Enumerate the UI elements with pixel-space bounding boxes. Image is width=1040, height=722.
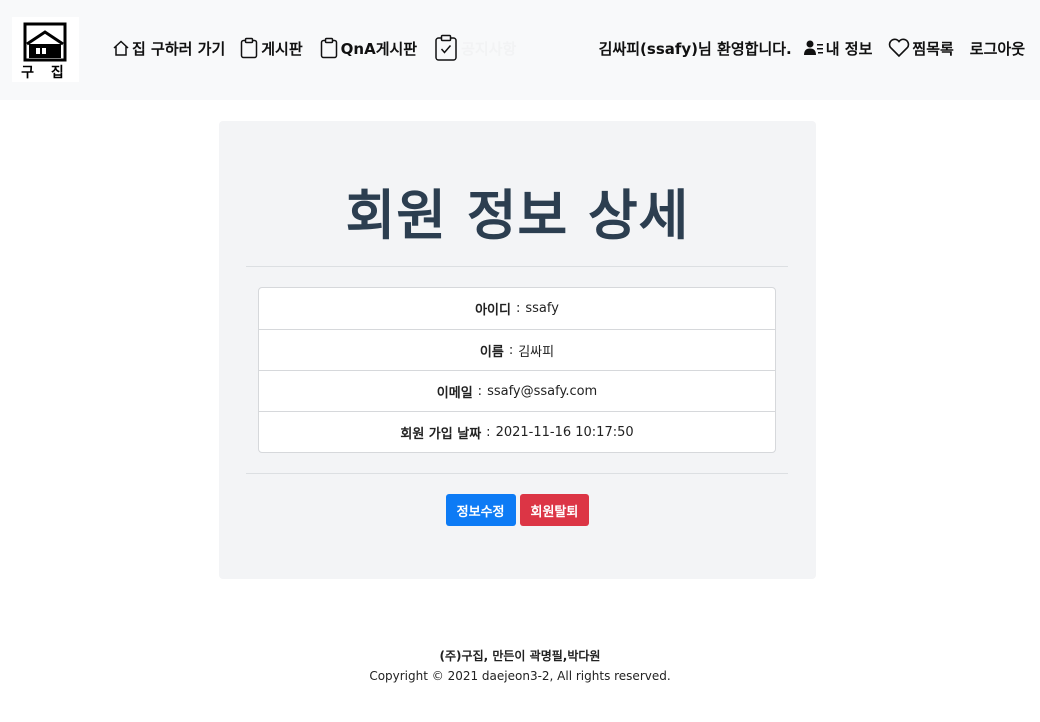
nav-home-label: 집 구하러 가기 [132,39,226,58]
house-icon [112,39,130,57]
info-value: 2021-11-16 10:17:50 [495,424,634,440]
info-row-name: 이름 : 김싸피 [259,329,775,370]
info-value: 김싸피 [518,344,555,360]
clipboard-icon [319,37,339,59]
info-separator: : [515,301,521,316]
edit-info-button[interactable]: 정보수정 [445,494,516,526]
info-row-email: 이메일 : ssafy@ssafy.com [259,370,775,411]
info-separator: : [508,342,514,358]
nav-mypage-link[interactable]: 내 정보 [803,38,873,59]
nav-qna-label: QnA게시판 [340,39,418,58]
house-logo-icon [23,22,67,62]
withdraw-button[interactable]: 회원탈퇴 [519,494,590,526]
nav-logout-link[interactable]: 로그아웃 [970,38,1025,59]
nav-right: 김싸피(ssafy)님 환영합니다. 내 정보 찜목록 로그아웃 [599,34,1025,62]
info-label: 이메일 [436,385,473,401]
info-value: ssafy@ssafy.com [487,383,598,399]
heart-icon [888,38,910,58]
page-title: 회원 정보 상세 [345,184,690,247]
nav-notice-link[interactable]: 공지사항 [433,34,516,62]
divider [246,473,788,474]
logo-text: 구 집 [21,65,70,81]
nav-wishlist-label: 찜목록 [912,39,954,58]
navbar: 구 집 집 구하러 가기 게시판 QnA게시판 공지사항 김싸피(ssafy)님… [0,0,1040,100]
info-label: 이름 [479,344,504,360]
info-separator: : [477,383,483,399]
action-buttons: 정보수정 회원탈퇴 [219,494,816,526]
nav-notice-label: 공지사항 [461,39,517,58]
info-row-join-date: 회원 가입 날짜 : 2021-11-16 10:17:50 [259,411,775,452]
footer-copyright: Copyright © 2021 daejeon3-2, All rights … [369,669,671,683]
person-lines-icon [803,39,824,57]
clipboard-check-icon [433,34,459,62]
nav-mypage-label: 내 정보 [825,39,873,58]
nav-home-link[interactable]: 집 구하러 가기 [112,38,225,59]
logo[interactable]: 구 집 [12,17,79,82]
nav-left: 집 구하러 가기 게시판 QnA게시판 공지사항 [112,34,516,62]
info-label: 아이디 [475,303,511,318]
footer: (주)구집, 만든이 곽명필,박다원 Copyright © 2021 daej… [0,648,1040,684]
nav-board-label: 게시판 [261,39,303,58]
nav-qna-link[interactable]: QnA게시판 [319,37,417,59]
welcome-text: 김싸피(ssafy)님 환영합니다. [598,39,792,58]
footer-company: (주)구집, 만든이 곽명필,박다원 [439,649,601,663]
clipboard-icon [239,37,259,59]
divider [246,266,788,267]
nav-board-link[interactable]: 게시판 [239,37,303,59]
nav-logout-label: 로그아웃 [969,39,1025,58]
nav-wishlist-link[interactable]: 찜목록 [888,38,954,59]
info-separator: : [486,424,491,440]
info-row-id: 아이디 : ssafy [259,288,775,329]
info-label: 회원 가입 날짜 [400,426,482,442]
info-value: ssafy [525,301,559,316]
member-detail-card: 회원 정보 상세 아이디 : ssafy 이름 : 김싸피 이메일 : ssaf… [219,121,816,579]
member-info-list: 아이디 : ssafy 이름 : 김싸피 이메일 : ssafy@ssafy.c… [258,287,776,453]
